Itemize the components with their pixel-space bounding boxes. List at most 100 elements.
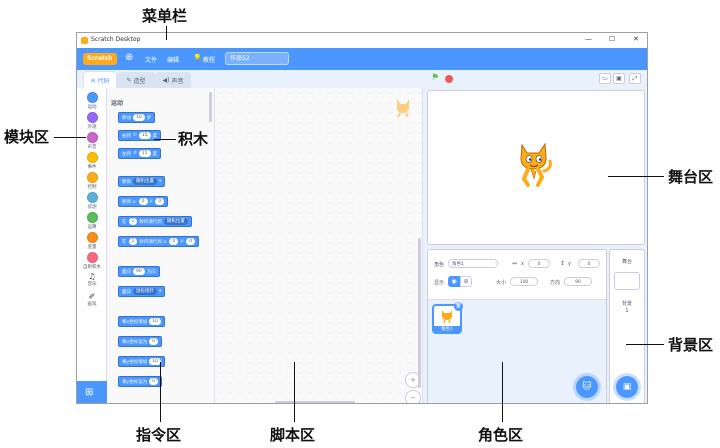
tab-code-label: 代码 xyxy=(97,78,110,85)
backdrop-thumbnail[interactable] xyxy=(614,272,640,290)
stop-icon[interactable] xyxy=(445,75,453,83)
block-point-in-direction[interactable]: 面向 90 方向 xyxy=(118,266,160,277)
size-label: 大小 xyxy=(496,280,507,286)
category-label: 外观 xyxy=(87,125,97,130)
tab-costumes-label: 造型 xyxy=(133,78,146,85)
backdrop-pane: 舞台 背景 1 ▣ xyxy=(609,249,645,403)
menu-tutorials[interactable]: 教程 xyxy=(203,55,215,64)
size-input[interactable]: 100 xyxy=(510,277,538,286)
category-control[interactable]: 控制 xyxy=(77,172,107,192)
category-dot xyxy=(86,252,98,263)
add-sprite-button[interactable]: 🐱 xyxy=(576,376,598,398)
category-label: 音乐 xyxy=(87,282,97,287)
zoom-out-button[interactable]: − xyxy=(405,390,421,403)
annotation-palette: 指令区 xyxy=(136,426,182,444)
maximize-button[interactable]: ☐ xyxy=(609,35,615,43)
category-label: 声音 xyxy=(87,145,97,150)
block-move-steps[interactable]: 移动 10 步 xyxy=(118,112,156,123)
block-change-x[interactable]: 将x坐标增加 10 xyxy=(118,316,165,327)
hide-eye-icon[interactable]: ⊘ xyxy=(460,276,472,287)
category-label: 侦测 xyxy=(87,205,97,210)
y-label: y xyxy=(568,261,571,267)
annotation-blocks: 积木 xyxy=(178,130,209,148)
category-label: 变量 xyxy=(87,245,97,250)
block-glide-to-xy[interactable]: 在 1 秒内滑行到 x: 0 y: 0 xyxy=(118,236,200,247)
block-point-towards[interactable]: 面向 鼠标指针 ▾ xyxy=(118,286,166,297)
green-flag-icon[interactable]: ⚑ xyxy=(431,73,439,83)
category-label: 事件 xyxy=(87,165,97,170)
category-motion[interactable]: 运动 xyxy=(77,92,107,112)
annotation-backdrop: 背景区 xyxy=(668,336,714,354)
category-dot xyxy=(86,152,98,163)
annotation-blocks-area: 模块区 xyxy=(4,128,50,146)
block-go-to[interactable]: 移到 随机位置 ▾ xyxy=(118,176,166,187)
menu-file[interactable]: 文件 xyxy=(145,55,157,64)
sprite-name-input[interactable]: 角色1 xyxy=(448,259,498,268)
delete-sprite-icon[interactable]: 🗑 xyxy=(454,302,463,311)
category-variables[interactable]: 变量 xyxy=(77,232,107,252)
close-button[interactable]: ✕ xyxy=(633,35,639,43)
project-title-input[interactable]: 作品52 xyxy=(225,52,289,65)
palette-scrollbar[interactable] xyxy=(209,92,212,122)
y-input[interactable]: 0 xyxy=(578,259,600,268)
tab-code[interactable]: ≡ 代码 xyxy=(83,71,117,89)
scratch-logo[interactable]: Scratch xyxy=(83,53,117,65)
block-glide-to[interactable]: 在 1 秒内滑行到 随机位置 xyxy=(118,216,192,227)
sprite-thumbnail-icon xyxy=(397,99,409,118)
sprite-name-label: 角色 xyxy=(434,262,445,268)
menu-bar: Scratch ⊕ 文件 编辑 💡 教程 作品52 xyxy=(77,48,647,70)
normal-stage-button[interactable]: ▣ xyxy=(613,73,625,84)
music-icon: ♫ xyxy=(88,272,96,281)
tab-sounds[interactable]: ◀) 声音 xyxy=(155,72,191,88)
block-change-y[interactable]: 将y坐标增加 10 xyxy=(118,356,165,367)
lightbulb-icon: 💡 xyxy=(193,54,202,62)
sprite-info: 角色 角色1 ↔ x 0 ↕ y 0 显示 ◉ ⊘ 大小 100 方向 90 xyxy=(428,250,606,300)
category-my-blocks[interactable]: 自制积木 xyxy=(77,252,107,272)
category-label: 运算 xyxy=(87,225,97,230)
sprite-pane: 角色 角色1 ↔ x 0 ↕ y 0 显示 ◉ ⊘ 大小 100 方向 90 🗑 xyxy=(427,249,607,403)
category-label: 控制 xyxy=(87,185,97,190)
x-arrow-icon: ↔ xyxy=(512,260,518,267)
category-dot xyxy=(86,112,98,123)
show-eye-icon[interactable]: ◉ xyxy=(448,276,460,287)
stage-selector-title: 舞台 xyxy=(621,259,632,265)
category-sound[interactable]: 声音 xyxy=(77,132,107,152)
block-set-y[interactable]: 将y坐标设为 0 xyxy=(118,376,163,387)
globe-icon[interactable]: ⊕ xyxy=(125,52,133,63)
block-go-to-xy[interactable]: 移到 x: 0 y: 0 xyxy=(118,196,169,207)
extension-icon: ⊞ xyxy=(85,387,94,398)
category-looks[interactable]: 外观 xyxy=(77,112,107,132)
category-events[interactable]: 事件 xyxy=(77,152,107,172)
app-icon xyxy=(81,37,88,44)
cat-sprite[interactable] xyxy=(514,141,554,189)
script-area[interactable]: + − = xyxy=(215,88,423,403)
palette-section-title: 运动 xyxy=(111,100,124,107)
sprite-list: 🗑 角色1 🐱 xyxy=(428,300,606,403)
add-backdrop-button[interactable]: ▣ xyxy=(616,376,638,398)
block-turn-left[interactable]: 左转 ↺ 15 度 xyxy=(118,148,162,159)
tab-costumes[interactable]: ✎ 造型 xyxy=(117,72,155,88)
script-hscrollbar[interactable] xyxy=(275,401,355,403)
block-set-x[interactable]: 将x坐标设为 0 xyxy=(118,336,163,347)
script-vscrollbar[interactable] xyxy=(418,238,421,388)
menu-edit[interactable]: 编辑 xyxy=(167,55,179,64)
category-sensing[interactable]: 侦测 xyxy=(77,192,107,212)
sprite-tile[interactable]: 🗑 角色1 xyxy=(432,302,463,334)
x-input[interactable]: 0 xyxy=(528,259,550,268)
category-pen[interactable]: ✐ 画笔 xyxy=(77,292,107,312)
fullscreen-button[interactable]: ⤢ xyxy=(629,73,641,84)
category-dot xyxy=(86,192,98,203)
direction-label: 方向 xyxy=(550,280,561,286)
category-label: 运动 xyxy=(87,105,97,110)
x-label: x xyxy=(521,261,524,267)
direction-input[interactable]: 90 xyxy=(564,277,592,286)
small-stage-button[interactable]: ▭ xyxy=(599,73,611,84)
category-music[interactable]: ♫ 音乐 xyxy=(77,272,107,292)
category-operators[interactable]: 运算 xyxy=(77,212,107,232)
annotation-line xyxy=(608,176,664,177)
category-dot xyxy=(86,92,98,103)
annotation-stage: 舞台区 xyxy=(668,168,714,186)
minimize-button[interactable]: — xyxy=(585,35,592,43)
add-extension-button[interactable]: ⊞ xyxy=(77,381,107,403)
stage[interactable] xyxy=(427,90,645,245)
